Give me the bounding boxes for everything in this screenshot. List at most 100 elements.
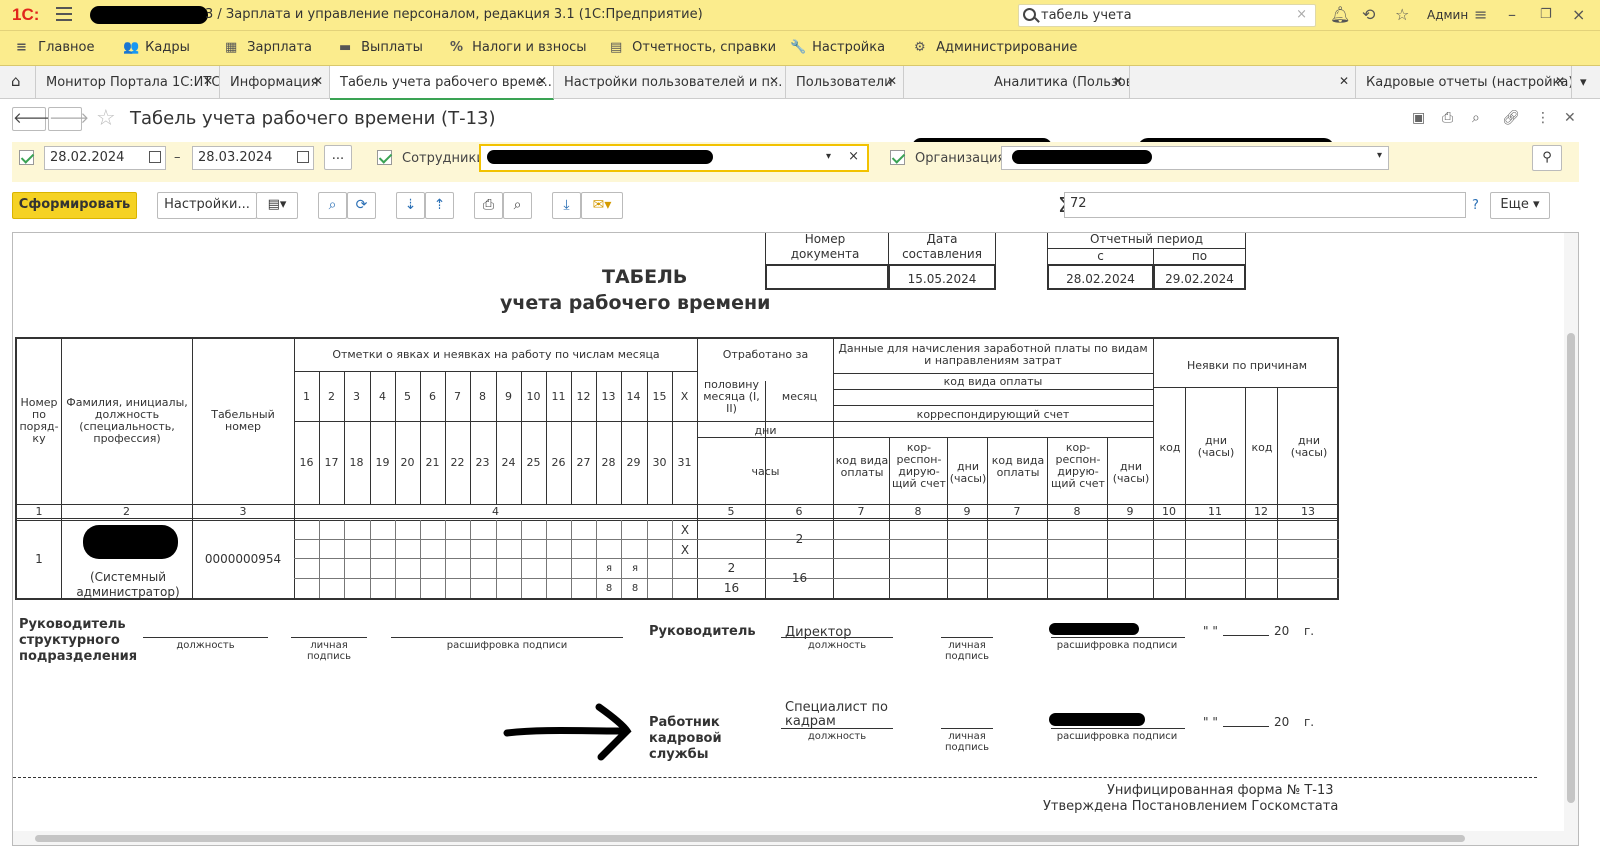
- forward-button[interactable]: 🡒: [48, 107, 89, 131]
- back-button[interactable]: 🡐: [12, 107, 53, 131]
- close-tab-icon[interactable]: ✕: [1339, 74, 1349, 88]
- close-tab-icon[interactable]: ✕: [1555, 74, 1565, 88]
- restore-icon[interactable]: ❐: [1540, 5, 1552, 25]
- global-search-input[interactable]: табель учета ×: [1018, 4, 1316, 27]
- favorites-star-icon[interactable]: ☆: [1395, 5, 1409, 25]
- favorite-star-icon[interactable]: ☆: [96, 106, 116, 131]
- employees-checkbox[interactable]: [377, 150, 392, 165]
- column-number: 13: [1301, 505, 1315, 518]
- minimize-icon[interactable]: –: [1508, 5, 1516, 25]
- more-vertical-icon[interactable]: ⋮: [1536, 110, 1550, 126]
- calendar-icon[interactable]: [149, 151, 161, 163]
- organization-checkbox[interactable]: [890, 150, 905, 165]
- day-number: 31: [677, 456, 692, 469]
- day-column-divider: [546, 520, 547, 598]
- tab-users[interactable]: Пользователи ✕: [786, 66, 904, 99]
- history-icon[interactable]: ⟲: [1362, 5, 1375, 25]
- menu-payments[interactable]: ▬ Выплаты: [339, 40, 423, 55]
- menu-reports[interactable]: ▤ Отчетность, справки: [610, 40, 776, 55]
- period-select-button[interactable]: ...: [324, 145, 352, 170]
- day29-hours: 8: [631, 583, 639, 594]
- clear-field-icon[interactable]: ×: [848, 149, 859, 164]
- col-days-header: дни: [754, 424, 777, 437]
- sub-corr-1: кор-респон-дирую-щий счет: [892, 441, 946, 490]
- close-window-icon[interactable]: ×: [1572, 5, 1585, 25]
- calendar-icon[interactable]: [297, 151, 309, 163]
- bell-icon[interactable]: 🔔︎: [1330, 5, 1350, 25]
- tab-redacted[interactable]: ✕: [1130, 66, 1356, 99]
- link-icon[interactable]: 🔗︎: [1502, 110, 1520, 126]
- preview-icon[interactable]: ⌕: [1472, 110, 1480, 126]
- close-tab-icon[interactable]: ✕: [769, 74, 779, 88]
- window-title: 3 / Зарплата и управление персоналом, ре…: [205, 7, 703, 22]
- help-link[interactable]: ?: [1472, 198, 1479, 213]
- day-number: 8: [479, 390, 486, 403]
- sum-field[interactable]: 72: [1064, 192, 1466, 218]
- redacted-organization: [1012, 150, 1152, 164]
- dropdown-arrow-icon[interactable]: ▾: [1377, 150, 1382, 161]
- home-tab[interactable]: ⌂: [0, 66, 36, 99]
- app-logo: 1С:: [12, 5, 40, 24]
- abs-days-2: дни (часы): [1290, 434, 1328, 459]
- sub-days-2: дни (часы): [1112, 460, 1150, 485]
- period-checkbox[interactable]: [19, 150, 34, 165]
- tab-portal-monitor[interactable]: Монитор Портала 1С:ИТС ✕: [36, 66, 220, 99]
- dropdown-arrow-icon[interactable]: ▾: [826, 151, 831, 162]
- generate-button[interactable]: Сформировать: [12, 192, 137, 219]
- close-tab-icon[interactable]: ✕: [887, 74, 897, 88]
- col-tabnum-header: Табельный номер: [211, 408, 275, 433]
- close-form-icon[interactable]: ✕: [1564, 110, 1576, 126]
- clear-search-icon[interactable]: ×: [1296, 7, 1307, 22]
- day-number: 16: [299, 456, 314, 469]
- download-icon[interactable]: ⤓: [552, 192, 581, 219]
- vertical-scrollbar[interactable]: [1564, 233, 1578, 845]
- menu-salary[interactable]: ▦ Зарплата: [225, 40, 312, 55]
- find-next-icon[interactable]: ⟳: [347, 192, 376, 219]
- more-button[interactable]: Еще ▾: [1490, 192, 1550, 219]
- period-to-label: по: [1191, 249, 1208, 263]
- tab-info[interactable]: Информация ✕: [220, 66, 330, 99]
- menu-admin[interactable]: ⚙ Администрирование: [914, 40, 1077, 55]
- col-name-header: Фамилия, инициалы, должность (специально…: [66, 396, 188, 445]
- close-tab-icon[interactable]: ✕: [537, 74, 547, 88]
- day-number: 1: [303, 390, 310, 403]
- tab-user-settings[interactable]: Настройки пользователей и п... ✕: [554, 66, 786, 99]
- tab-timesheet[interactable]: Табель учета рабочего време... ✕: [330, 66, 554, 100]
- menu-hr[interactable]: 👥 Кадры: [123, 40, 190, 55]
- settings-button[interactable]: Настройки...: [157, 192, 257, 219]
- find-icon[interactable]: ⌕: [318, 192, 347, 219]
- close-tab-icon[interactable]: ✕: [1113, 74, 1123, 88]
- horizontal-scrollbar[interactable]: [13, 831, 1578, 845]
- year-prefix: 20: [1274, 715, 1290, 729]
- menu-taxes[interactable]: % Налоги и взносы: [450, 40, 587, 55]
- email-icon[interactable]: ✉▾: [581, 192, 623, 219]
- tab-hr-reports[interactable]: Кадровые отчеты (настройка) ✕: [1356, 66, 1572, 99]
- collapse-groups-icon[interactable]: ⇣: [396, 192, 425, 219]
- main-menu-icon[interactable]: [56, 7, 72, 21]
- date-to-field[interactable]: 28.03.2024: [192, 146, 314, 170]
- close-tab-icon[interactable]: ✕: [203, 74, 213, 88]
- menu-icon: ≡: [16, 40, 27, 55]
- print-preview-icon[interactable]: ⌕: [503, 192, 532, 219]
- tab-label: Информация: [230, 75, 319, 90]
- day-column-divider: [521, 520, 522, 598]
- expand-groups-icon[interactable]: ⇡: [425, 192, 454, 219]
- date-from-field[interactable]: 28.02.2024: [44, 146, 166, 170]
- col-half-header: половину месяца (I, II): [703, 378, 760, 415]
- tab-analytics[interactable]: Аналитика (Пользова...✕: [904, 66, 1130, 99]
- doc-date-header-text: Дата составления: [902, 232, 982, 261]
- filter-button[interactable]: ⚲: [1532, 145, 1562, 171]
- user-name[interactable]: Админ: [1427, 8, 1468, 22]
- print-icon[interactable]: ⎙: [474, 192, 503, 219]
- print-icon[interactable]: ⎙: [1442, 110, 1453, 126]
- menu-settings[interactable]: 🔧 Настройка: [790, 40, 885, 55]
- menu-main[interactable]: ≡ Главное: [16, 40, 94, 55]
- report-sheet[interactable]: Номер документа Дата составления 15.05.2…: [12, 232, 1579, 846]
- tab-label: Настройки пользователей и п...: [564, 75, 783, 90]
- day-column-divider: [571, 520, 572, 598]
- settings-lines-icon[interactable]: ≡: [1474, 5, 1487, 25]
- tabs-dropdown-icon[interactable]: ▾: [1572, 66, 1600, 99]
- save-icon[interactable]: ▣: [1412, 110, 1425, 126]
- close-tab-icon[interactable]: ✕: [313, 74, 323, 88]
- variants-dropdown[interactable]: ▤▾: [256, 192, 298, 219]
